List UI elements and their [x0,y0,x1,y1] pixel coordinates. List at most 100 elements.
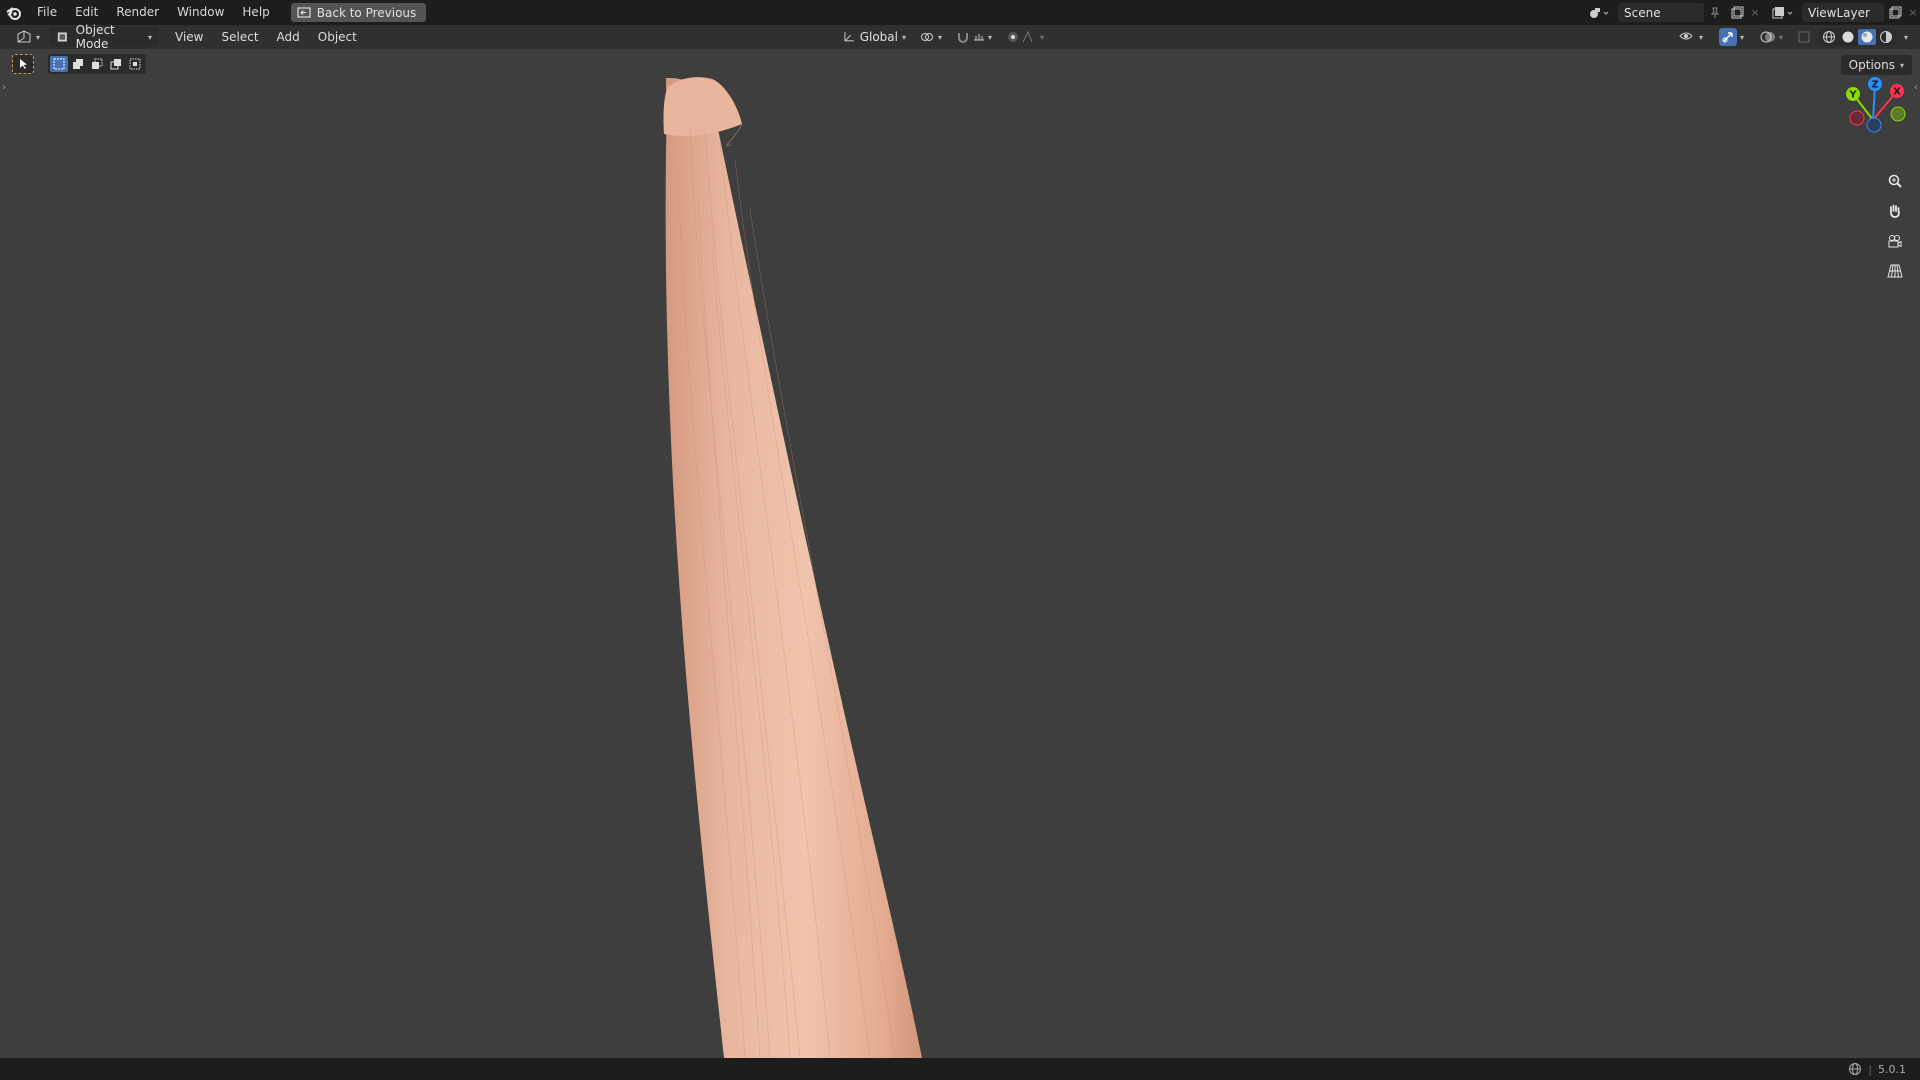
navigation-gizmo[interactable]: Z X Y [1840,75,1910,145]
gizmo-icon [1718,28,1737,46]
chevron-down-icon: ▾ [901,32,906,42]
chevron-down-icon: ▾ [36,32,41,42]
globe-icon [1849,1063,1862,1075]
back-to-previous-label: Back to Previous [316,5,417,20]
chevron-down-icon: ▾ [988,32,993,42]
hand-icon [1890,204,1900,218]
sidebar-expand-arrow-icon[interactable]: ‹ [1914,82,1918,93]
new-scene-icon[interactable] [1726,3,1748,22]
menu-add[interactable]: Add [268,25,309,49]
pivot-icon [921,33,933,41]
zoom-button[interactable] [1883,169,1907,193]
transform-orientation-selector[interactable]: Global ▾ [836,27,912,47]
select-new-icon[interactable] [50,56,68,72]
pivot-point-selector[interactable]: ▾ [914,27,948,47]
options-dropdown[interactable]: Options ▾ [1840,55,1912,75]
scene-type-icon[interactable] [1584,3,1614,22]
gizmo-neg-x-icon[interactable] [1849,110,1865,126]
orientation-label: Global [859,30,898,44]
menu-render[interactable]: Render [107,0,168,25]
snap-increment-icon [974,34,985,41]
shading-mode-group [1818,28,1896,46]
magnet-icon [958,33,969,43]
options-label: Options [1848,58,1895,72]
viewport-tool-row [12,54,146,74]
chevron-down-icon: ▾ [1778,32,1783,42]
gizmo-neg-z-icon[interactable] [1866,117,1882,133]
chevron-down-icon: ▾ [148,32,153,42]
menu-help[interactable]: Help [233,0,278,25]
scene-field[interactable]: Scene [1618,3,1704,22]
pin-icon[interactable] [1704,3,1726,22]
solid-shading-icon[interactable] [1839,29,1857,45]
orientation-axes-icon [844,32,854,42]
gizmo-x-label: X [1893,87,1901,98]
perspective-toggle-button[interactable] [1883,259,1907,283]
menu-view[interactable]: View [166,25,212,49]
camera-view-button[interactable] [1883,229,1907,253]
delete-scene-icon[interactable]: × [1748,3,1762,22]
menu-edit[interactable]: Edit [66,0,107,25]
menu-window[interactable]: Window [168,0,233,25]
chevron-down-icon: ▾ [1899,60,1904,70]
snap-toggle[interactable]: ▾ [950,27,998,47]
blender-logo-icon[interactable] [0,0,28,25]
rendered-shading-icon[interactable] [1877,29,1895,45]
proportional-dot-icon [1008,32,1019,42]
view-layer-field[interactable]: ViewLayer [1802,3,1884,22]
material-preview-shading-icon[interactable] [1857,29,1876,45]
chevron-down-icon: ▾ [1040,32,1045,42]
screen-back-icon [297,7,311,18]
menu-file[interactable]: File [28,0,66,25]
grid-perspective-icon [1887,264,1903,278]
delete-view-layer-icon[interactable]: × [1906,3,1920,22]
3d-viewport-icon [17,30,31,43]
chevron-down-icon: ▾ [938,32,943,42]
3d-viewport[interactable]: › ‹ Options ▾ Z X Y [0,49,1920,1058]
overlays-icon [1760,31,1775,43]
gizmo-neg-y-icon[interactable] [1890,106,1906,122]
chevron-down-icon: ▾ [1698,32,1703,42]
top-right-group: Scene × ViewLayer × [1584,0,1920,25]
top-bar: File Edit Render Window Help Back to Pre… [0,0,1920,25]
shading-options-chevron-icon[interactable]: ▾ [1900,33,1912,42]
editor-type-selector[interactable]: ▾ [10,27,46,47]
wireframe-shading-icon[interactable] [1820,29,1838,45]
back-to-previous-button[interactable]: Back to Previous [290,3,427,22]
chevron-down-icon: ▾ [1739,32,1744,42]
scene-name: Scene [1624,5,1661,20]
proportional-editing-toggle[interactable]: ▾ [1000,27,1050,47]
select-invert-icon[interactable] [107,56,125,72]
mode-selector[interactable]: Object Mode ▾ [50,23,159,51]
overlays-toggle[interactable]: ▾ [1754,27,1789,47]
version-label: 5.0.1 [1878,1062,1906,1076]
tapered-cylinder-object[interactable] [0,49,1920,1058]
mode-label: Object Mode [75,23,115,51]
toolbar-expand-arrow-icon[interactable]: › [2,82,6,93]
cursor-arrow-icon [20,59,27,69]
gizmo-toggle[interactable]: ▾ [1713,27,1750,47]
select-intersect-icon[interactable] [126,56,144,72]
select-tool-button[interactable] [12,54,34,74]
right-header-tools: ▾ ▾ ▾ ▾ [1673,27,1912,47]
camera-icon [1888,235,1902,248]
object-mode-icon [57,32,67,42]
pan-button[interactable] [1883,199,1907,223]
select-subtract-icon[interactable] [88,56,106,72]
gizmo-y-label: Y [1848,90,1857,101]
center-tools: Global ▾ ▾ ▾ ▾ [836,27,1050,47]
view-layer-type-icon[interactable] [1768,3,1798,22]
menu-object[interactable]: Object [309,25,366,49]
select-extend-icon[interactable] [69,56,87,72]
xray-toggle[interactable] [1792,27,1815,47]
visibility-selector[interactable]: ▾ [1673,27,1709,47]
new-view-layer-icon[interactable] [1884,3,1906,22]
menu-select[interactable]: Select [213,25,268,49]
status-bar: | 5.0.1 [0,1058,1920,1080]
magnifier-icon [1888,174,1902,188]
falloff-curve-icon [1022,30,1033,43]
gizmo-z-label: Z [1871,80,1878,91]
view-layer-name: ViewLayer [1808,5,1870,20]
status-separator: | [1868,1062,1872,1076]
viewport-header: ▾ Object Mode ▾ View Select Add Object G… [0,23,1920,51]
